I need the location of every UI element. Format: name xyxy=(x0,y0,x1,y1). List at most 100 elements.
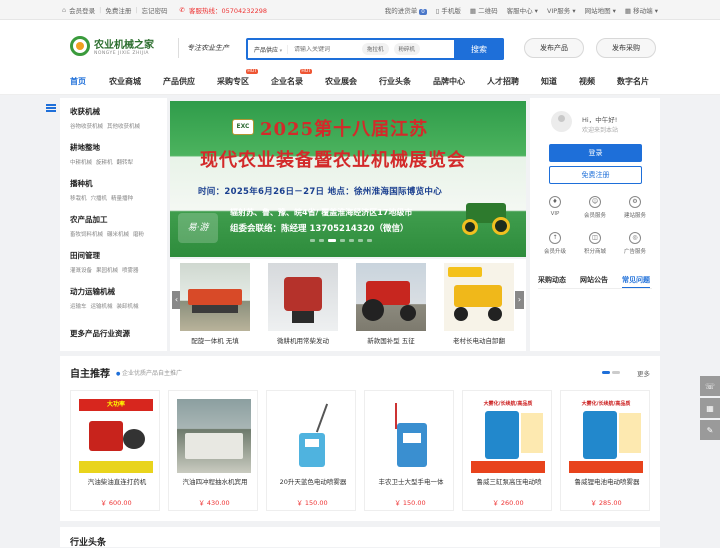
nav-video[interactable]: 视频 xyxy=(579,76,595,87)
product-card[interactable]: 大功率 汽油柴油直连打药机 ￥ 600.00 xyxy=(70,390,160,511)
site-logo[interactable]: 农业机械之家 NONGYE JIXIE ZHIJIA xyxy=(70,36,154,56)
pagination-dot[interactable] xyxy=(340,239,345,242)
category-sub-link[interactable]: 果园机械 xyxy=(96,268,118,274)
category-sub-link[interactable]: 运输车 xyxy=(70,304,87,310)
category-group[interactable]: 田间管理 灌溉设备 果园机械 喷雾器 xyxy=(70,250,143,274)
category-sub-link[interactable]: 碾米机械 xyxy=(107,232,129,238)
nav-knowledge[interactable]: 知道 xyxy=(541,76,557,87)
mobile-nav-menu[interactable]: ▦ 移动端 ▾ xyxy=(625,5,658,15)
pagination-dot[interactable] xyxy=(358,239,363,242)
carousel-item[interactable]: 新款国补型 五征 xyxy=(356,263,426,345)
category-sub-link[interactable]: 运输机械 xyxy=(91,304,113,310)
carousel-item[interactable]: 微耕机用常柴发动 xyxy=(268,263,338,345)
service-member[interactable]: ☺ 会员服务 xyxy=(580,196,610,219)
category-group[interactable]: 动力运输机械 运输车 运输机械 装卸机械 xyxy=(70,286,143,310)
category-title[interactable]: 动力运输机械 xyxy=(70,286,143,297)
pagination-dot[interactable] xyxy=(349,239,354,242)
nav-headlines[interactable]: 行业头条 xyxy=(379,76,411,87)
category-sub-link[interactable]: 移栽机 xyxy=(70,196,87,202)
category-title[interactable]: 农产品加工 xyxy=(70,214,148,225)
category-group[interactable]: 更多产品行业资源 xyxy=(70,328,130,339)
pager-dot[interactable] xyxy=(612,371,620,374)
hero-banner[interactable]: EXC 2025第十八届江苏 现代农业装备暨农业机械展览会 时间：2025年6月… xyxy=(170,101,526,257)
search-input[interactable] xyxy=(288,45,362,53)
customer-service-icon[interactable]: ☏ xyxy=(700,376,720,396)
pager-dot-active[interactable] xyxy=(602,371,610,374)
category-more-link[interactable]: 更多产品行业资源 xyxy=(70,328,130,339)
category-title[interactable]: 播种机 xyxy=(70,178,137,189)
service-menu[interactable]: 客服中心 ▾ xyxy=(507,5,538,15)
inquiry-link[interactable]: 我的进货单 0 xyxy=(385,5,427,15)
service-site[interactable]: ⚙ 建站服务 xyxy=(620,196,650,219)
nav-home[interactable]: 首页 xyxy=(70,76,86,87)
nav-card[interactable]: 数字名片 xyxy=(617,76,649,87)
tab-announcement[interactable]: 网站公告 xyxy=(580,275,608,289)
product-card[interactable]: 20升天蓝色电动喷雾器 ￥ 150.00 xyxy=(266,390,356,511)
category-sub-link[interactable]: 中耕机械 xyxy=(70,160,92,166)
service-upgrade[interactable]: ↑ 会员升级 xyxy=(540,232,570,255)
nav-purchase[interactable]: 采购专区 HOT xyxy=(217,69,258,87)
category-sub-link[interactable]: 喷雾器 xyxy=(122,268,139,274)
vip-menu[interactable]: VIP服务 ▾ xyxy=(547,5,576,15)
login-link[interactable]: 会员登录 xyxy=(69,5,95,15)
pagination-dot-active[interactable] xyxy=(328,239,336,242)
search-button[interactable]: 搜索 xyxy=(454,38,504,60)
mobile-link[interactable]: ▯ 手机版 xyxy=(436,5,461,15)
pagination-dot[interactable] xyxy=(310,239,315,242)
service-points[interactable]: ◫ 积分商城 xyxy=(580,232,610,255)
category-title[interactable]: 田间管理 xyxy=(70,250,143,261)
product-card[interactable]: 大雾化/长续航/高品质 鲁威三缸泵高压电动喷 ￥ 260.00 xyxy=(462,390,552,511)
product-card[interactable]: 丰农卫士大型手电一体 ￥ 150.00 xyxy=(364,390,454,511)
forgot-password-link[interactable]: 忘记密码 xyxy=(142,5,168,15)
search-tag[interactable]: 粉碎机 xyxy=(393,43,421,55)
category-title[interactable]: 耕地整地 xyxy=(70,142,137,153)
carousel-next-button[interactable]: › xyxy=(515,291,524,309)
category-group[interactable]: 耕地整地 中耕机械 旋耕机 翻转犁 xyxy=(70,142,137,166)
tab-purchase-news[interactable]: 采购动态 xyxy=(538,275,566,289)
top-bar-right: 我的进货单 0 ▯ 手机版 ▦ 二维码 客服中心 ▾ VIP服务 ▾ 网站地图 ▾… xyxy=(385,5,658,15)
category-sub-link[interactable]: 其他收获机械 xyxy=(107,124,140,130)
category-sub-link[interactable]: 灌溉设备 xyxy=(70,268,92,274)
nav-jobs[interactable]: 人才招聘 xyxy=(487,76,519,87)
home-icon: ⌂ xyxy=(62,6,67,14)
category-group[interactable]: 农产品加工 畜牧饲料机械 碾米机械 磨粉 xyxy=(70,214,148,238)
publish-product-button[interactable]: 发布产品 xyxy=(524,38,584,58)
product-price: ￥ 285.00 xyxy=(590,499,622,507)
service-vip[interactable]: ♦ VIP xyxy=(540,196,570,217)
nav-brand[interactable]: 品牌中心 xyxy=(433,76,465,87)
carousel-item[interactable]: 老村长电动自卸翻 xyxy=(444,263,514,345)
category-sub-link[interactable]: 谷物收获机械 xyxy=(70,124,103,130)
search-category-select[interactable]: 产品供应 xyxy=(248,44,288,54)
pagination-dot[interactable] xyxy=(367,239,372,242)
publish-purchase-button[interactable]: 发布采购 xyxy=(596,38,656,58)
register-button[interactable]: 免费注册 xyxy=(549,166,642,184)
service-ads[interactable]: ◎ 广告服务 xyxy=(620,232,650,255)
pagination-dot[interactable] xyxy=(319,239,324,242)
category-group[interactable]: 播种机 移栽机 穴播机 精量播种 xyxy=(70,178,137,202)
product-card[interactable]: 汽油四冲程抽水机宾用 ￥ 430.00 xyxy=(168,390,258,511)
category-sub-link[interactable]: 磨粉 xyxy=(133,232,144,238)
category-sub-link[interactable]: 旋耕机 xyxy=(96,160,113,166)
category-sub-link[interactable]: 穴播机 xyxy=(91,196,108,202)
qrcode-icon[interactable]: ▦ xyxy=(700,398,720,418)
category-sub-link[interactable]: 装卸机械 xyxy=(117,304,139,310)
feedback-icon[interactable]: ✎ xyxy=(700,420,720,440)
nav-exhibition[interactable]: 农业展会 xyxy=(325,76,357,87)
search-tag[interactable]: 拖拉机 xyxy=(362,43,389,55)
login-button[interactable]: 登录 xyxy=(549,144,642,162)
tab-faq[interactable]: 常见问题 xyxy=(622,275,650,289)
sitemap-menu[interactable]: 网站地图 ▾ xyxy=(585,5,616,15)
product-card[interactable]: 大雾化/长续航/高品质 鲁威锂电池电动喷雾器 ￥ 285.00 xyxy=(560,390,650,511)
nav-supply[interactable]: 产品供应 xyxy=(163,76,195,87)
carousel-item[interactable]: 配旋一体机 无填 xyxy=(180,263,250,345)
nav-mall[interactable]: 农业商城 xyxy=(109,76,141,87)
category-title[interactable]: 收获机械 xyxy=(70,106,144,117)
category-sub-link[interactable]: 畜牧饲料机械 xyxy=(70,232,103,238)
category-sub-link[interactable]: 翻转犁 xyxy=(117,160,134,166)
register-link[interactable]: 免费注册 xyxy=(105,5,131,15)
nav-directory[interactable]: 企业名录 HOT xyxy=(271,69,312,87)
qrcode-link[interactable]: ▦ 二维码 xyxy=(470,5,498,15)
more-link[interactable]: 更多 xyxy=(637,368,650,378)
category-sub-link[interactable]: 精量播种 xyxy=(111,196,133,202)
category-group[interactable]: 收获机械 谷物收获机械 其他收获机械 xyxy=(70,106,144,130)
